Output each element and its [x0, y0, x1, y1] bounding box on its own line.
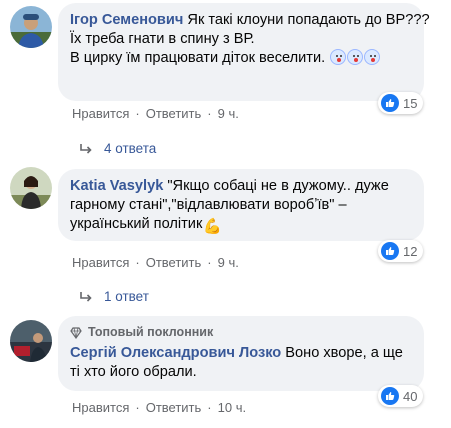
comment-bubble: Katia Vasylyk "Якщо собаці не в дужому..…: [58, 169, 424, 241]
comment-text-line: Їх треба гнати в спину з ВР.: [70, 31, 255, 47]
thumbs-up-icon: [381, 242, 399, 260]
avatar[interactable]: [10, 6, 52, 48]
comments-feed: Ігор Семенович Як такі клоуни попадають …: [0, 0, 451, 428]
top-fan-badge: Топовый поклонник: [70, 324, 412, 341]
replies-count[interactable]: 4 ответа: [104, 141, 156, 156]
reaction-number: 12: [403, 243, 418, 259]
avatar[interactable]: [10, 320, 52, 362]
flexed-biceps-icon: 💪: [203, 218, 223, 235]
clown-emoji-icon: [364, 49, 381, 65]
reply-arrow-icon: [80, 143, 92, 154]
diamond-icon: [70, 326, 82, 339]
reply-arrow-icon: [80, 291, 92, 302]
thumbs-up-icon: [381, 94, 399, 112]
reply-link[interactable]: Ответить: [146, 400, 202, 415]
reaction-number: 15: [403, 95, 418, 111]
comment-author[interactable]: Ігор Семенович: [70, 12, 183, 28]
comment-actions: Нравится · Ответить · 10 ч.: [72, 400, 247, 415]
reaction-count[interactable]: 12: [378, 240, 424, 262]
view-replies[interactable]: 1 ответ: [78, 289, 149, 304]
reply-link[interactable]: Ответить: [146, 255, 202, 270]
comment-bubble: Ігор Семенович Як такі клоуни попадають …: [58, 3, 430, 101]
like-link[interactable]: Нравится: [72, 400, 129, 415]
replies-count[interactable]: 1 ответ: [104, 289, 149, 304]
clown-emoji-icon: [330, 49, 347, 65]
reaction-number: 40: [403, 388, 418, 404]
like-link[interactable]: Нравится: [72, 106, 129, 121]
avatar[interactable]: [10, 167, 52, 209]
comment-time[interactable]: 10 ч.: [218, 400, 246, 415]
like-link[interactable]: Нравится: [72, 255, 129, 270]
comment-actions: Нравится · Ответить · 9 ч.: [72, 255, 239, 270]
comment-time[interactable]: 9 ч.: [218, 255, 239, 270]
comment-time[interactable]: 9 ч.: [218, 106, 239, 121]
comment-actions: Нравится · Ответить · 9 ч.: [72, 106, 239, 121]
top-fan-label: Топовый поклонник: [88, 325, 214, 339]
reply-link[interactable]: Ответить: [146, 106, 202, 121]
clown-emoji-icon: [347, 49, 364, 65]
comment-author[interactable]: Katia Vasylyk: [70, 178, 163, 194]
comment-author[interactable]: Сергій Олександрович Лозко: [70, 345, 281, 361]
reaction-count[interactable]: 40: [378, 385, 424, 407]
comment-bubble: Топовый поклонник Сергій Олександрович Л…: [58, 316, 424, 391]
comment-text-line: В цирку їм працювати діток веселити.: [70, 50, 326, 66]
reaction-count[interactable]: 15: [378, 92, 424, 114]
view-replies[interactable]: 4 ответа: [78, 141, 156, 156]
thumbs-up-icon: [381, 387, 399, 405]
comment-text-line: Як такі клоуни попадають до ВР???: [187, 12, 430, 28]
